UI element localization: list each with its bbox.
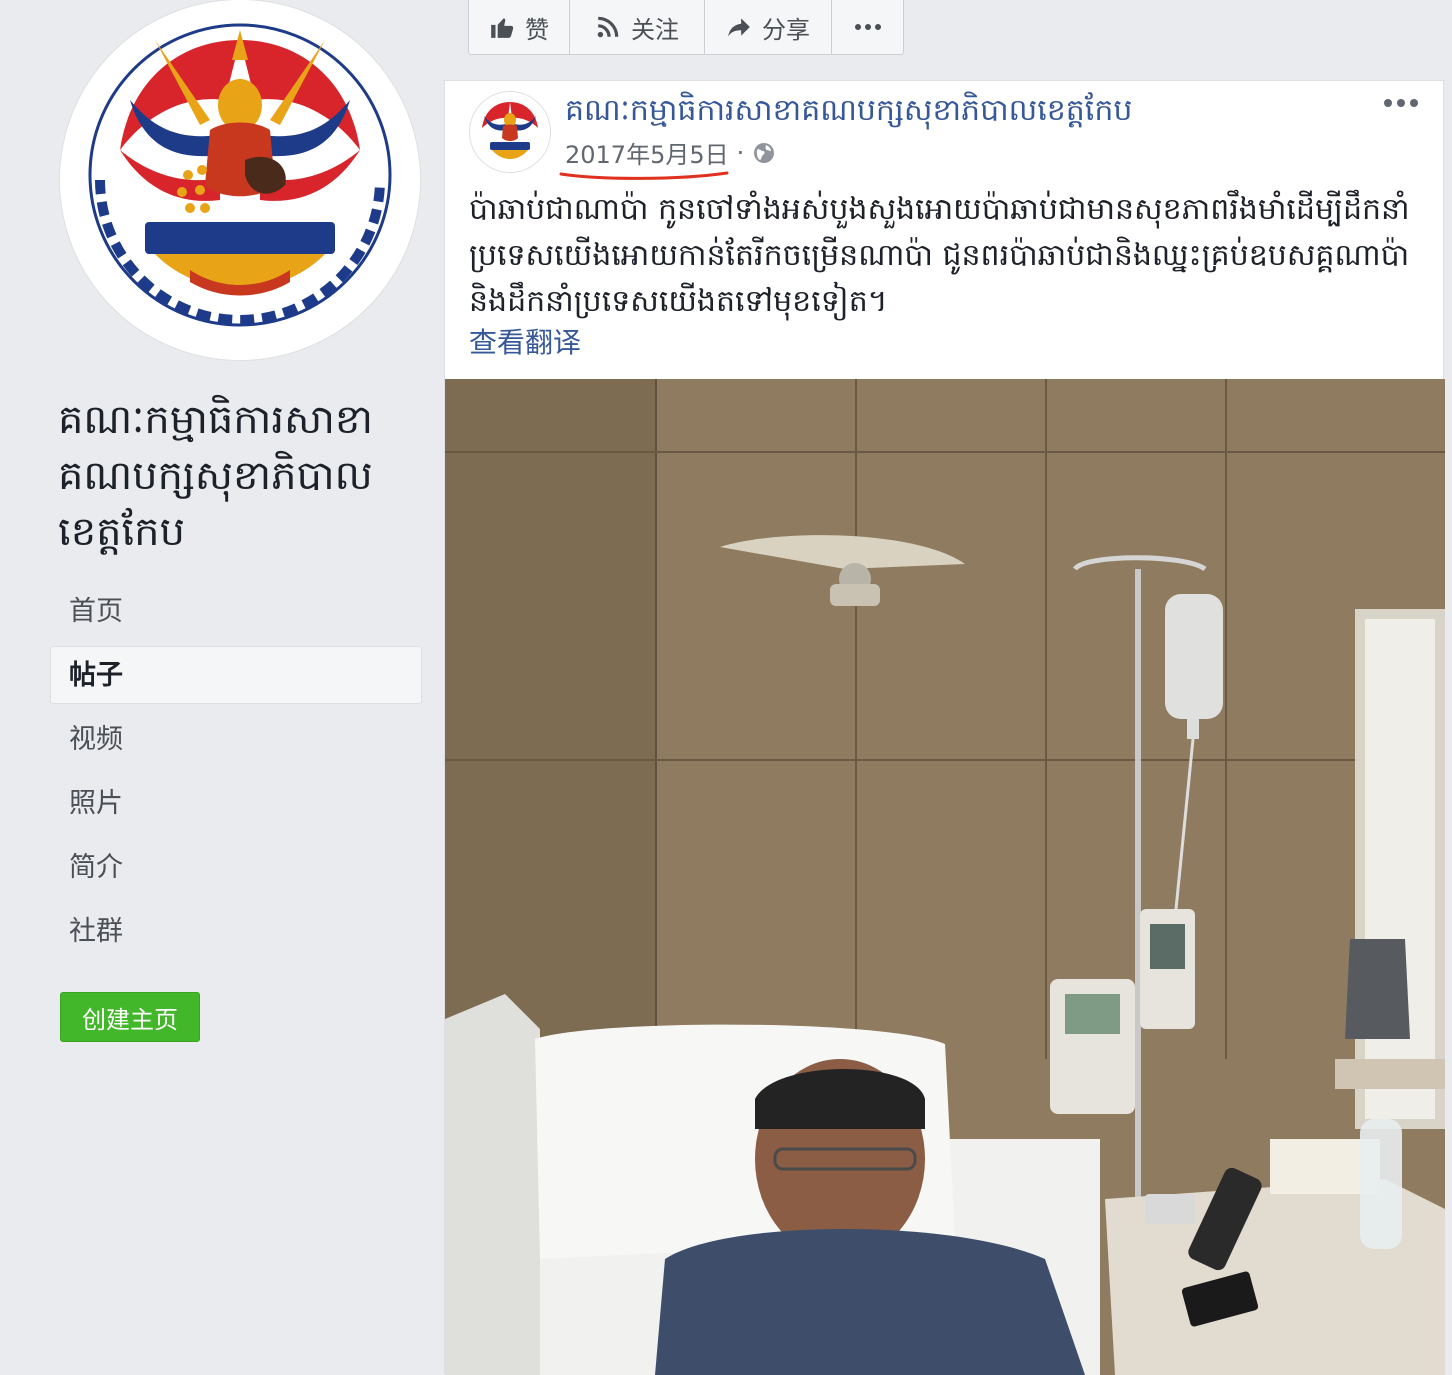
like-button[interactable]: 赞	[469, 0, 570, 54]
share-button[interactable]: 分享	[705, 0, 832, 54]
create-page-button[interactable]: 创建主页	[60, 992, 200, 1042]
globe-icon[interactable]	[752, 141, 776, 165]
share-label: 分享	[762, 15, 810, 44]
more-dots-icon	[854, 24, 881, 30]
nav-item-about[interactable]: 简介	[50, 838, 422, 896]
post-meta: 2017年5月5日 ·	[559, 135, 776, 180]
post-options-icon[interactable]	[1383, 93, 1419, 113]
post-date-text: 2017年5月5日	[565, 141, 729, 169]
page-profile-picture[interactable]	[60, 0, 420, 360]
nav-item-videos[interactable]: 视频	[50, 710, 422, 768]
page-action-bar: 赞 关注 分享	[468, 0, 904, 55]
like-label: 赞	[525, 15, 549, 44]
post-author-link[interactable]: គណៈកម្មាធិការសាខាគណបក្សសុខាភិបាលខេត្តកែប	[565, 91, 1132, 135]
thumbs-up-icon	[491, 18, 514, 38]
nav-item-community[interactable]: 社群	[50, 902, 422, 960]
see-translation-link[interactable]: 查看翻译	[469, 321, 581, 361]
share-arrow-icon	[728, 18, 750, 37]
hospital-room-photo	[445, 379, 1445, 1375]
page-nav: 首页 帖子 视频 照片 简介 社群	[50, 582, 422, 966]
party-logo-small	[470, 92, 550, 172]
nav-item-photos[interactable]: 照片	[50, 774, 422, 832]
post-photo[interactable]	[445, 379, 1445, 1375]
rss-icon	[597, 16, 619, 38]
nav-item-home[interactable]: 首页	[50, 582, 422, 640]
follow-button[interactable]: 关注	[570, 0, 705, 54]
post-date[interactable]: 2017年5月5日	[559, 135, 729, 180]
post-body-text: ប៉ាឆាប់ជាណាប៉ា កូនចៅទាំងអស់បួងសួងអោយប៉ាឆ…	[469, 192, 1410, 319]
red-underline-annotation	[559, 171, 729, 180]
author-avatar[interactable]	[469, 91, 551, 173]
party-logo	[60, 0, 420, 360]
post-card: គណៈកម្មាធិការសាខាគណបក្សសុខាភិបាលខេត្តកែប…	[444, 80, 1445, 1375]
meta-separator: ·	[736, 138, 745, 167]
page-title: គណៈកម្មាធិការសាខាគណបក្សសុខាភិបាលខេត្តកែប	[58, 397, 373, 555]
follow-label: 关注	[631, 15, 679, 44]
more-actions-button[interactable]	[832, 0, 903, 54]
nav-item-posts[interactable]: 帖子	[50, 646, 422, 704]
